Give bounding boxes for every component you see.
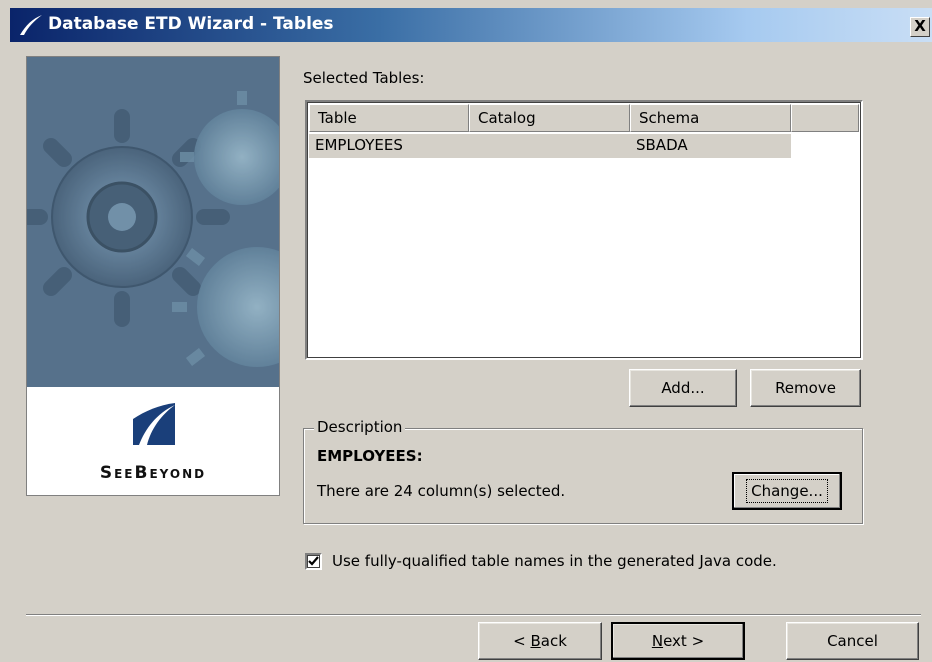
- fully-qualified-checkbox[interactable]: [305, 553, 322, 570]
- gears-icon: [27, 57, 279, 387]
- column-header-filler: [791, 104, 859, 132]
- description-summary: There are 24 column(s) selected.: [317, 482, 566, 500]
- close-icon: X: [914, 17, 926, 35]
- column-header-catalog[interactable]: Catalog: [469, 104, 630, 132]
- next-button-rest: ext >: [663, 632, 705, 650]
- description-legend: Description: [314, 418, 406, 436]
- cell-table: EMPLOYEES: [315, 136, 403, 154]
- back-button-mnemonic: B: [530, 632, 541, 650]
- description-table-name: EMPLOYEES:: [317, 447, 423, 465]
- fully-qualified-label[interactable]: Use fully-qualified table names in the g…: [332, 552, 777, 570]
- checkmark-icon: [308, 556, 319, 566]
- branding-panel: SeeBeyond: [26, 56, 280, 496]
- cancel-button[interactable]: Cancel: [786, 622, 919, 660]
- window-title: Database ETD Wizard - Tables: [48, 14, 334, 34]
- selected-tables-label: Selected Tables:: [303, 69, 425, 87]
- back-button[interactable]: < Back: [478, 622, 602, 660]
- description-group: Description EMPLOYEES: There are 24 colu…: [303, 418, 863, 524]
- close-button[interactable]: X: [910, 17, 930, 37]
- wizard-window: Database ETD Wizard - Tables X SeeBeyond…: [0, 0, 932, 662]
- change-button[interactable]: Change...: [732, 472, 842, 510]
- seebeyond-logo: SeeBeyond: [27, 387, 279, 495]
- title-bar[interactable]: Database ETD Wizard - Tables X: [10, 8, 932, 42]
- table-header: Table Catalog Schema: [309, 104, 859, 132]
- table-row[interactable]: EMPLOYEES SBADA: [309, 134, 791, 158]
- next-button-mnemonic: N: [651, 632, 664, 650]
- wizard-app-icon: [20, 15, 42, 35]
- footer-separator: [26, 614, 921, 616]
- selected-tables-list[interactable]: Table Catalog Schema EMPLOYEES SBADA: [305, 100, 863, 360]
- cell-schema: SBADA: [636, 136, 688, 154]
- back-button-rest: ack: [540, 632, 567, 650]
- gears-photo: [27, 57, 279, 387]
- column-header-schema[interactable]: Schema: [630, 104, 791, 132]
- seebeyond-logo-icon: [133, 403, 175, 445]
- logo-wordmark: SeeBeyond: [99, 463, 207, 483]
- remove-button[interactable]: Remove: [750, 369, 861, 407]
- cell-catalog: [469, 134, 630, 158]
- column-header-table[interactable]: Table: [309, 104, 469, 132]
- back-button-prefix: <: [513, 632, 531, 650]
- add-button[interactable]: Add...: [629, 369, 737, 407]
- change-button-label: Change...: [746, 479, 828, 503]
- next-button[interactable]: Next >: [611, 622, 745, 660]
